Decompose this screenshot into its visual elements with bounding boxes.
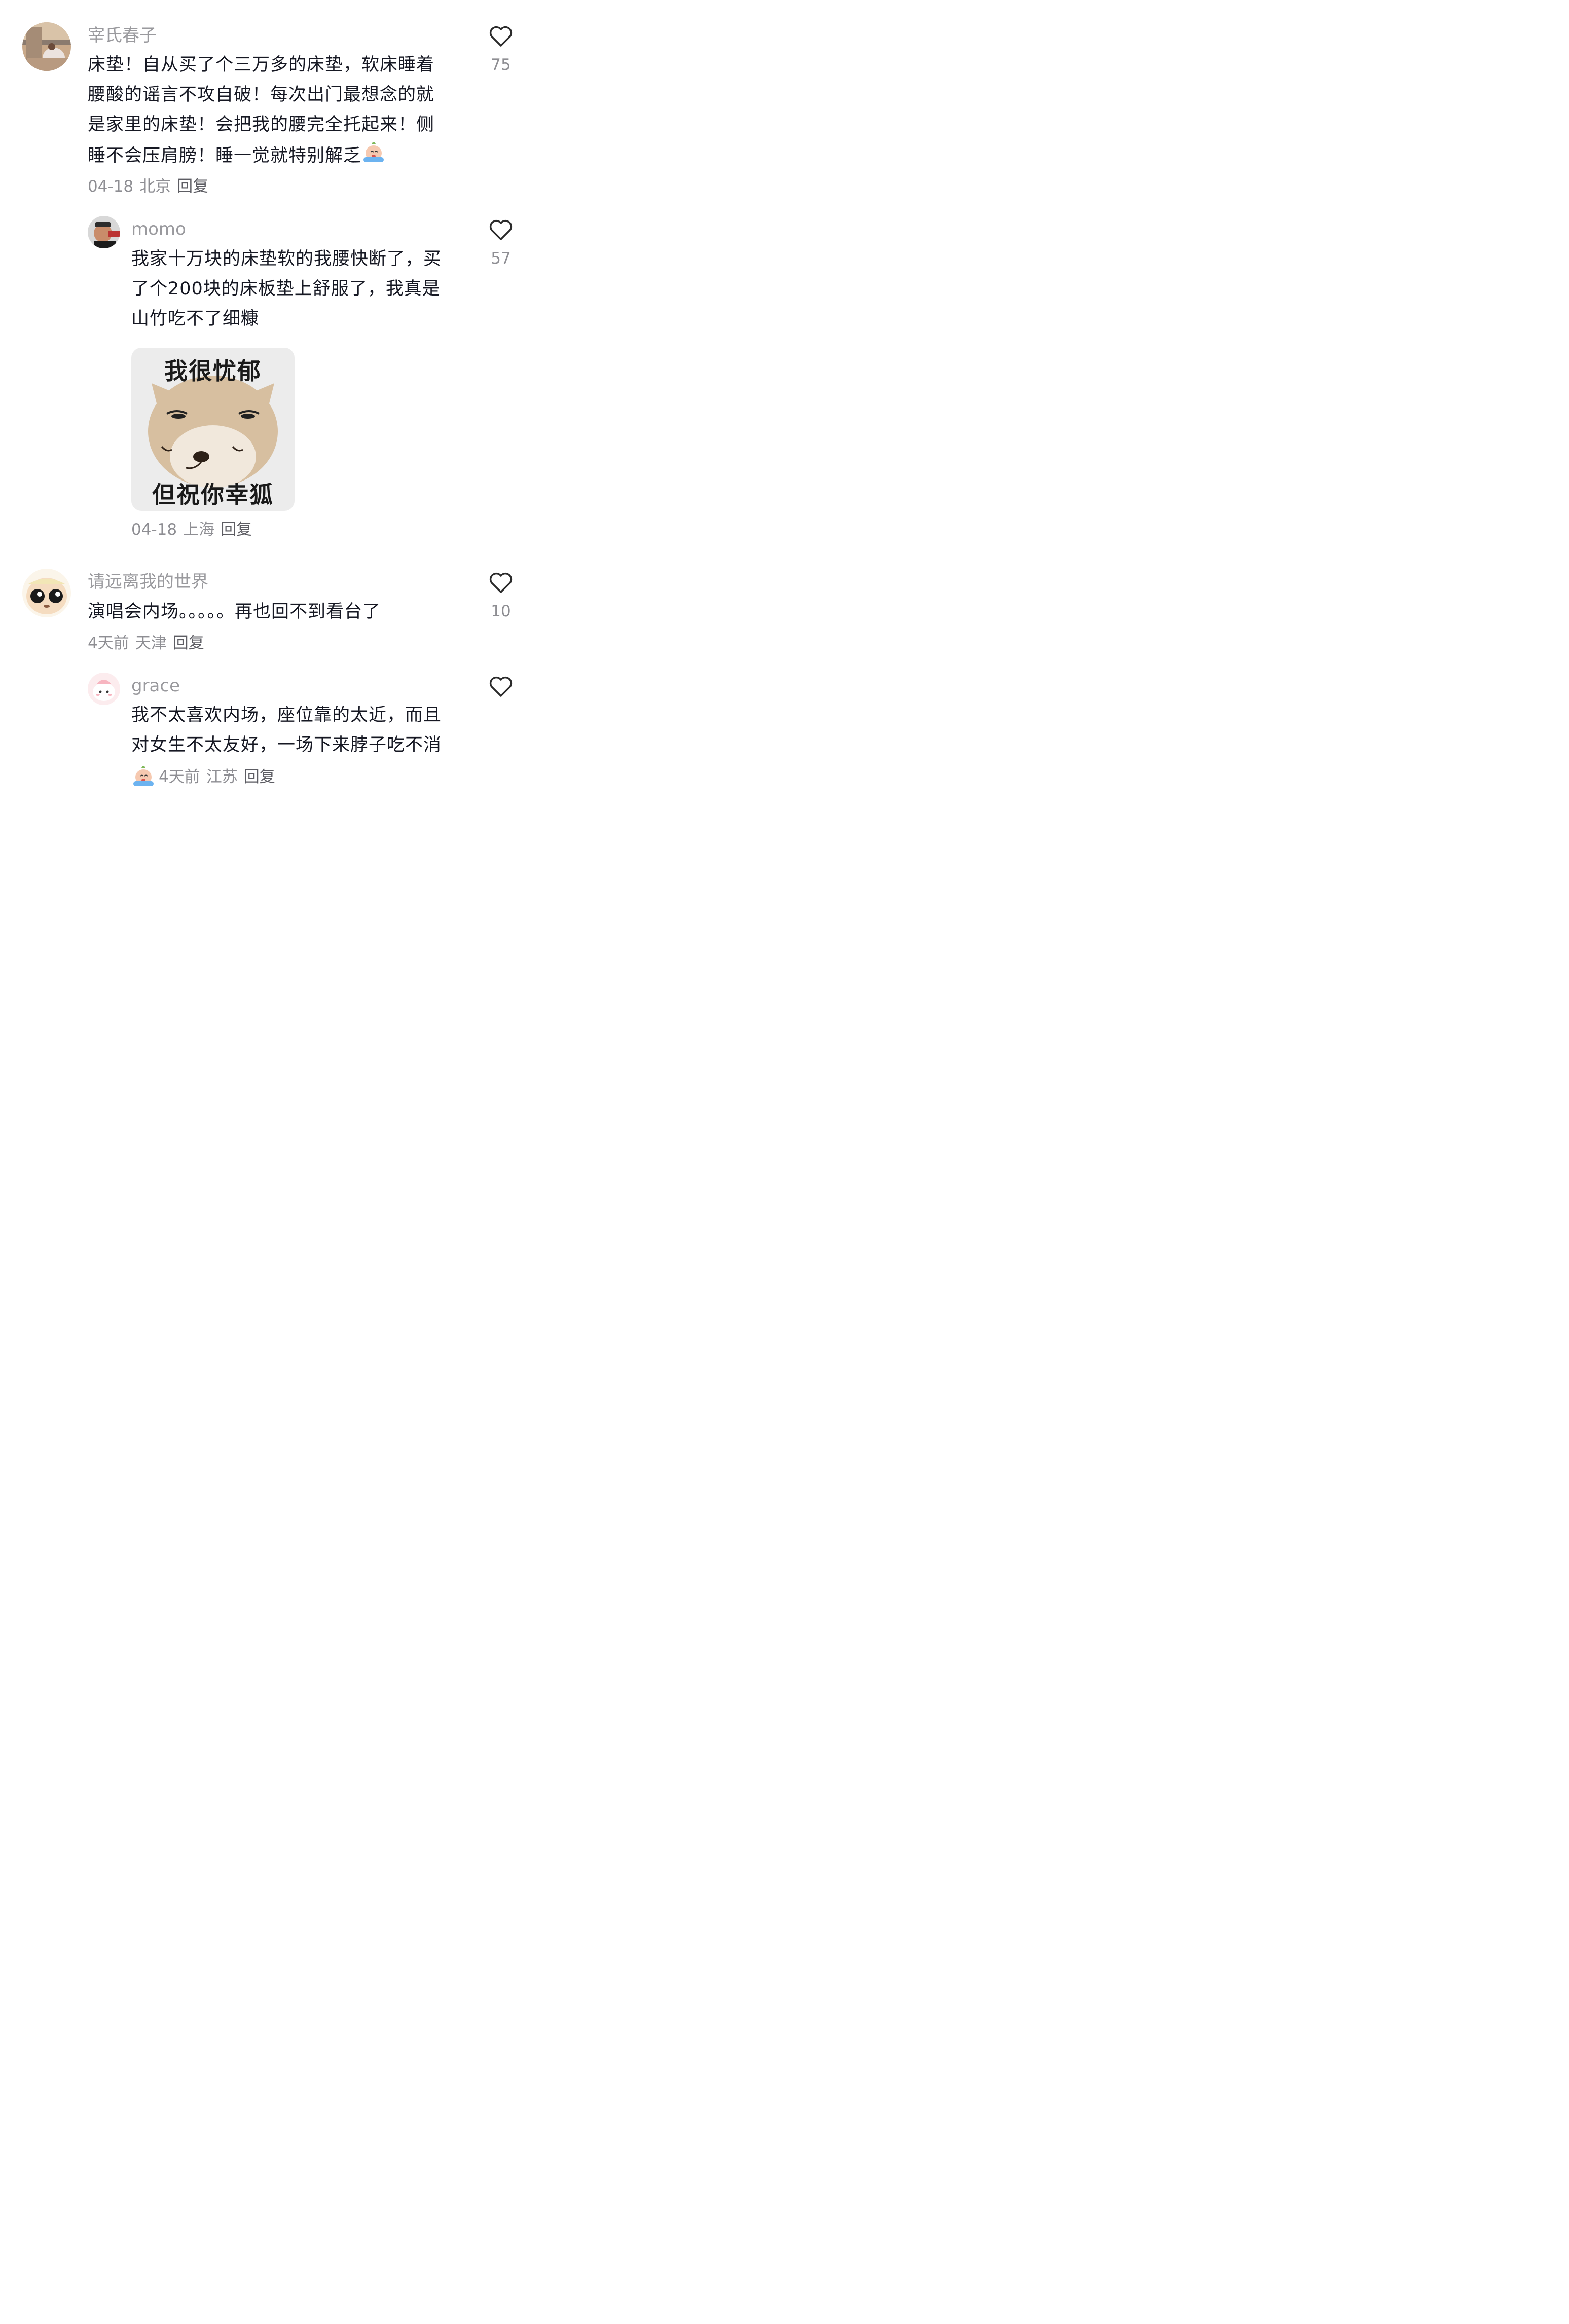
reply-item: grace 我不太喜欢内场，座位靠的太近，而且 对女生不太友好，一场下来脖子吃不…	[0, 0, 532, 793]
comment-line: 我不太喜欢内场，座位靠的太近，而且	[131, 705, 442, 725]
avatar[interactable]	[88, 673, 120, 705]
crying-peach-emoji	[131, 764, 156, 792]
comment-username[interactable]: grace	[131, 676, 180, 696]
comment-line: 对女生不太友好，一场下来脖子吃不消	[131, 735, 442, 755]
comment-meta: 4天前 江苏 回复	[131, 764, 281, 792]
comment-location: 江苏	[206, 768, 238, 786]
like-button[interactable]	[484, 676, 518, 706]
heart-icon	[489, 676, 513, 697]
comment-text: 我不太喜欢内场，座位靠的太近，而且 对女生不太友好，一场下来脖子吃不消	[131, 700, 442, 760]
comment-date: 4天前	[159, 768, 200, 786]
reply-button[interactable]: 回复	[244, 768, 275, 786]
